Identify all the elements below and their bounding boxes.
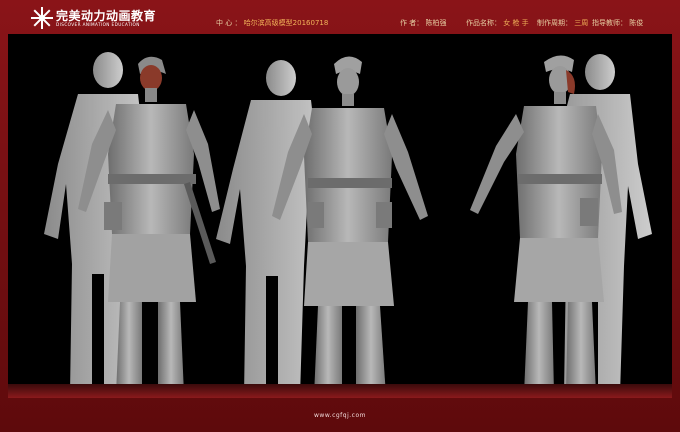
- logo-subtitle: DISCOVER ANIMATION EDUCATION: [56, 22, 140, 27]
- work-label: 作品名称：: [466, 19, 501, 27]
- header-bar: 完美动力动画教育 DISCOVER ANIMATION EDUCATION 中 …: [0, 0, 680, 34]
- brand-logo: 完美动力动画教育 DISCOVER ANIMATION EDUCATION: [30, 6, 180, 32]
- star-logo-icon: [31, 7, 53, 29]
- footer-url: www.cgfqj.com: [314, 412, 366, 419]
- center-info: 中 心 ： 哈尔滨高级模型20160718: [216, 18, 328, 28]
- work-info: 作品名称： 女 枪 手: [466, 18, 529, 28]
- cycle-info: 制作周期： 三周: [537, 18, 588, 28]
- model-turnaround: [44, 52, 652, 396]
- cycle-label: 制作周期：: [537, 19, 572, 27]
- render-stage: [8, 34, 672, 398]
- cycle-value: 三周: [574, 19, 589, 27]
- center-value: 哈尔滨高级模型20160718: [243, 19, 329, 27]
- teacher-value: 陈俊: [629, 19, 644, 27]
- floor-strip: [8, 384, 672, 398]
- author-label: 作 者：: [400, 19, 424, 27]
- author-info: 作 者： 陈柏强: [400, 18, 446, 28]
- teacher-info: 指导教师： 陈俊: [592, 18, 643, 28]
- author-value: 陈柏强: [425, 19, 447, 27]
- teacher-label: 指导教师：: [592, 19, 627, 27]
- center-label: 中 心 ：: [216, 19, 242, 27]
- work-value: 女 枪 手: [503, 19, 529, 27]
